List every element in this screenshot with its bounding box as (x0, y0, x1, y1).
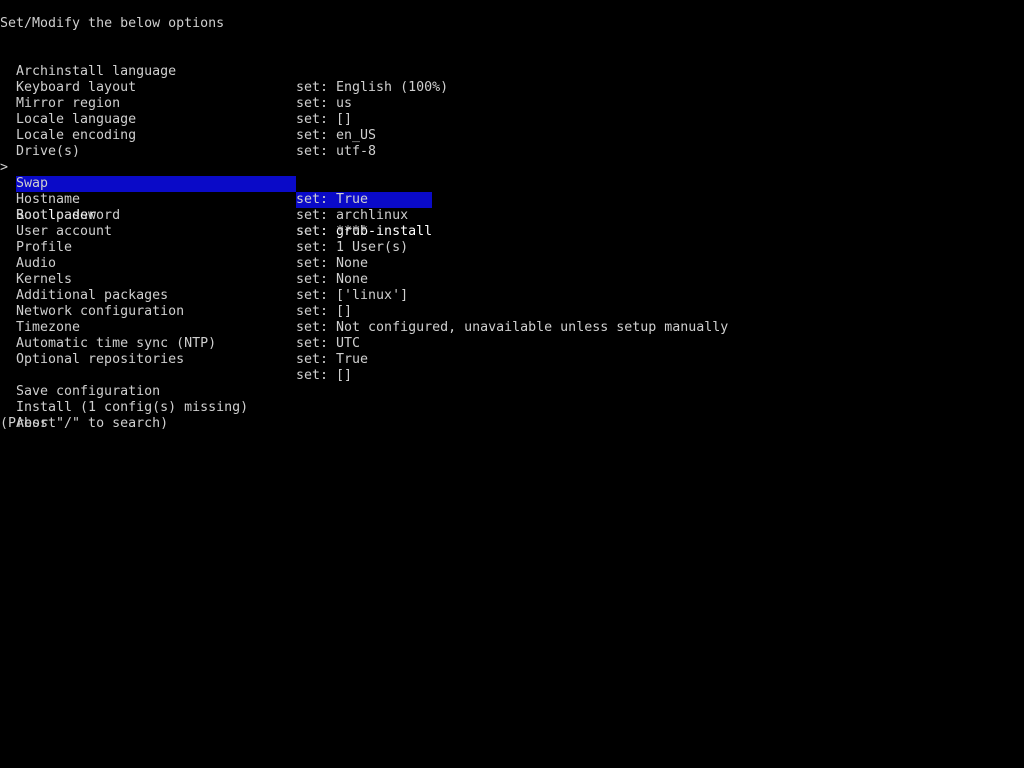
option-network-configuration[interactable]: Network configuration set: Not configure… (0, 288, 1024, 335)
save-configuration-button[interactable]: Save configuration (0, 368, 400, 399)
option-bootloader-selected[interactable]: > Bootloader set: grub-install (0, 144, 1024, 239)
option-root-password[interactable]: Root password set: **** (0, 192, 1024, 239)
install-button[interactable]: Install (1 config(s) missing) (0, 384, 400, 415)
option-hostname[interactable]: Hostname set: archlinux (0, 176, 1024, 223)
option-drives[interactable]: Drive(s) (0, 128, 1024, 159)
option-audio[interactable]: Audio set: None (0, 240, 1024, 287)
menu-header: Set/Modify the below options (0, 16, 225, 31)
option-user-account[interactable]: User account set: 1 User(s) (0, 208, 1024, 255)
option-archinstall-language[interactable]: Archinstall language set: English (100%) (0, 48, 1024, 95)
option-swap[interactable]: Swap set: True (0, 160, 1024, 207)
option-kernels[interactable]: Kernels set: ['linux'] (0, 256, 1024, 303)
option-value: set: True (296, 352, 369, 367)
option-locale-language[interactable]: Locale language set: en_US (0, 96, 1024, 143)
option-additional-packages[interactable]: Additional packages set: [] (0, 272, 1024, 319)
option-locale-encoding[interactable]: Locale encoding set: utf-8 (0, 112, 1024, 159)
option-optional-repositories[interactable]: Optional repositories set: [] (0, 336, 1024, 383)
option-profile[interactable]: Profile set: None (0, 224, 1024, 271)
option-keyboard-layout[interactable]: Keyboard layout set: us (0, 64, 1024, 111)
abort-button[interactable]: Abort (0, 400, 400, 431)
option-label: Optional repositories (16, 352, 185, 367)
option-automatic-time-sync[interactable]: Automatic time sync (NTP) set: True (0, 320, 1024, 367)
option-timezone[interactable]: Timezone set: UTC (0, 304, 1024, 351)
option-mirror-region[interactable]: Mirror region set: [] (0, 80, 1024, 127)
search-hint: (Press "/" to search) (0, 416, 169, 431)
